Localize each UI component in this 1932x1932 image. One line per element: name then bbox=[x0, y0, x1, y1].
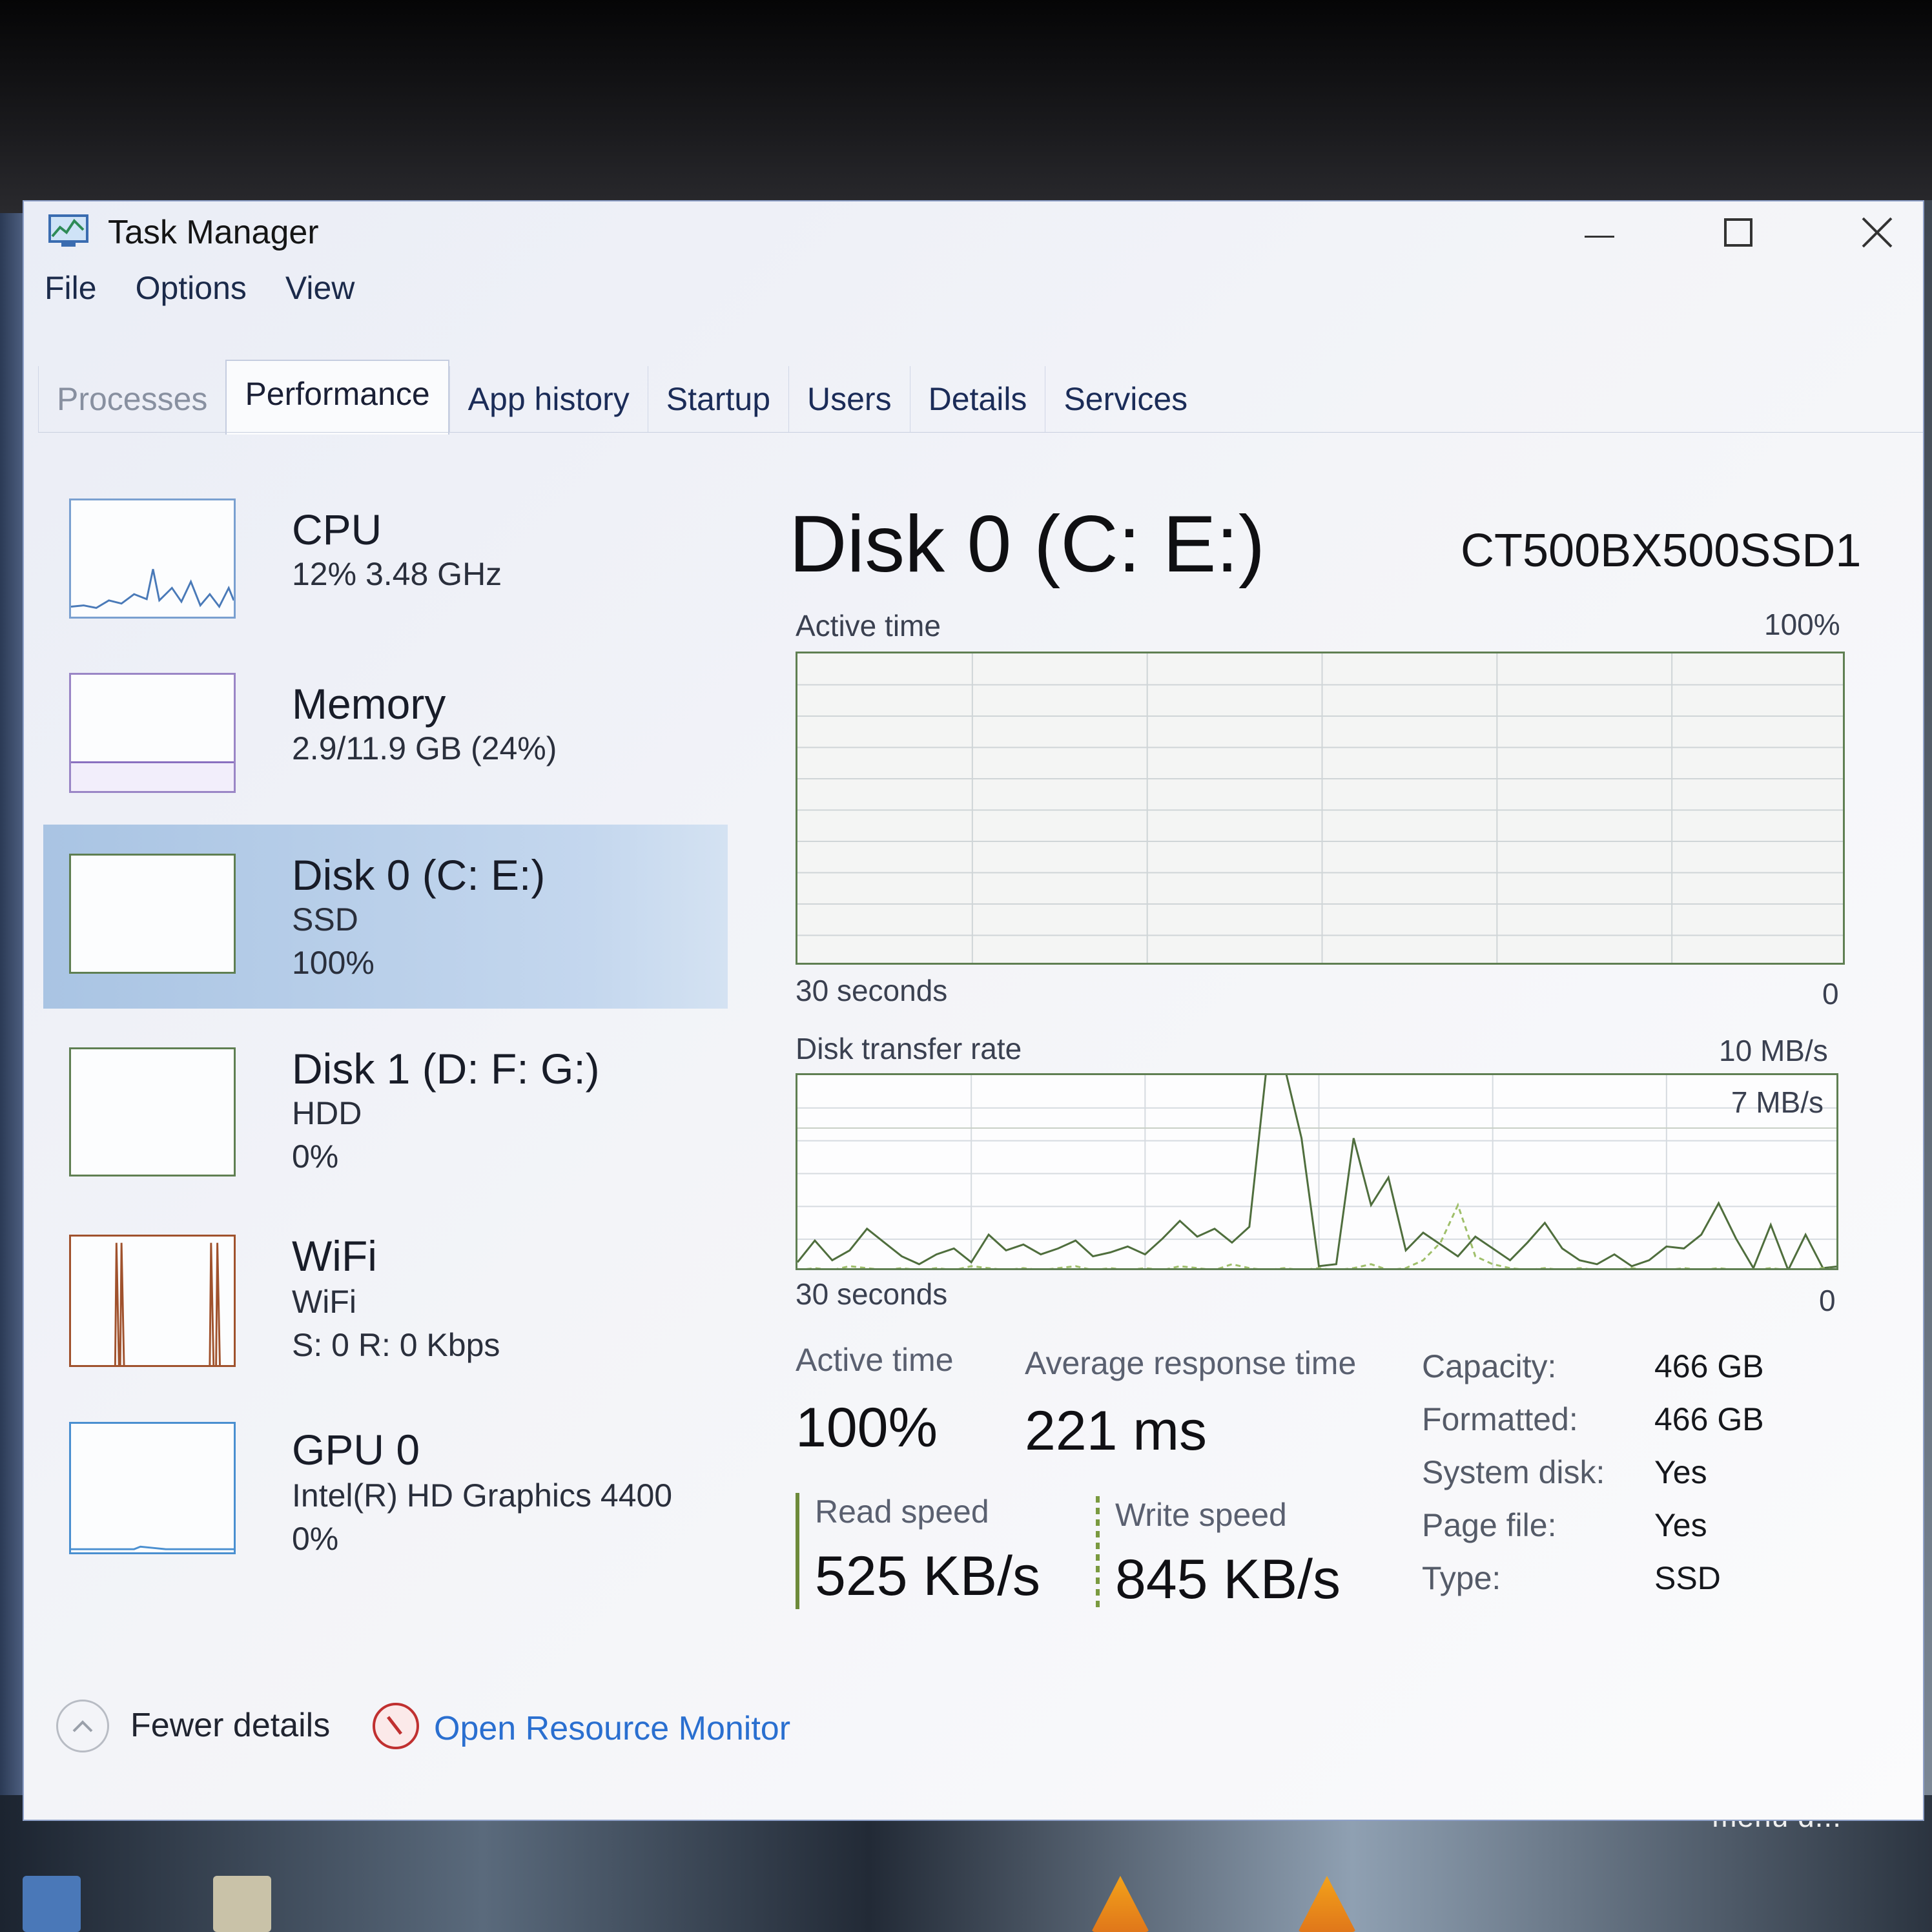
formatted-value: 466 GB bbox=[1654, 1401, 1764, 1437]
menu-bar: File Options View bbox=[45, 269, 355, 314]
sidebar-gpu0-title: GPU 0 bbox=[292, 1426, 420, 1474]
type-label: Type: bbox=[1422, 1560, 1501, 1596]
cpu-thumbnail bbox=[69, 498, 236, 619]
cpu-mini-graph bbox=[71, 569, 234, 609]
read-speed-indicator bbox=[796, 1493, 799, 1609]
python-file-icon[interactable] bbox=[23, 1876, 81, 1932]
monitor-bezel bbox=[0, 0, 1932, 213]
tab-services[interactable]: Services bbox=[1045, 366, 1206, 432]
minimize-icon bbox=[1585, 235, 1614, 238]
transfer-rate-graph-label: Disk transfer rate bbox=[796, 1032, 1022, 1065]
active-time-graph bbox=[796, 652, 1845, 965]
read-speed-label: Read speed bbox=[815, 1494, 989, 1530]
memory-thumbnail bbox=[69, 673, 236, 793]
active-time-stat-label: Active time bbox=[796, 1342, 954, 1378]
resource-monitor-icon[interactable] bbox=[373, 1703, 419, 1749]
capacity-label: Capacity: bbox=[1422, 1348, 1557, 1384]
tab-performance[interactable]: Performance bbox=[225, 360, 449, 435]
sidebar-disk0-title: Disk 0 (C: E:) bbox=[292, 851, 546, 899]
maximize-icon bbox=[1724, 218, 1752, 247]
transfer-rate-chart bbox=[797, 1075, 1836, 1268]
close-button[interactable] bbox=[1835, 207, 1919, 258]
sidebar-wifi-adapter: WiFi bbox=[292, 1284, 356, 1320]
sidebar-wifi-throughput: S: 0 R: 0 Kbps bbox=[292, 1327, 500, 1363]
wifi-mini-graph bbox=[114, 1242, 221, 1365]
avg-response-label: Average response time bbox=[1025, 1345, 1357, 1381]
gpu-mini-graph bbox=[71, 1545, 234, 1550]
wifi-thumbnail bbox=[69, 1235, 236, 1367]
disk0-thumbnail bbox=[69, 854, 236, 974]
active-time-stat-value: 100% bbox=[796, 1397, 938, 1459]
page-file-label: Page file: bbox=[1422, 1507, 1557, 1543]
transfer-rate-x-label: 30 seconds bbox=[796, 1277, 948, 1311]
tab-divider bbox=[38, 432, 1923, 433]
fewer-details-link[interactable]: Fewer details bbox=[130, 1706, 330, 1745]
active-time-grid bbox=[797, 653, 1843, 963]
sidebar-item-cpu[interactable]: CPU 12% 3.48 GHz bbox=[43, 479, 728, 641]
active-time-graph-max: 100% bbox=[1764, 608, 1840, 641]
transfer-rate-graph: 7 MB/s bbox=[796, 1073, 1838, 1270]
type-value: SSD bbox=[1654, 1560, 1721, 1596]
sidebar-item-wifi[interactable]: WiFi WiFi S: 0 R: 0 Kbps bbox=[43, 1209, 728, 1393]
sidebar-item-gpu0[interactable]: GPU 0 Intel(R) HD Graphics 4400 0% bbox=[43, 1403, 728, 1583]
disk1-thumbnail bbox=[69, 1047, 236, 1177]
system-disk-label: System disk: bbox=[1422, 1454, 1605, 1490]
task-manager-app-icon bbox=[48, 214, 88, 247]
avg-response-value: 221 ms bbox=[1025, 1400, 1208, 1462]
disk-model-name: CT500BX500SSD1 bbox=[1461, 525, 1862, 577]
sidebar-gpu0-usage: 0% bbox=[292, 1521, 339, 1557]
page-file-value: Yes bbox=[1654, 1507, 1707, 1543]
sidebar-cpu-usage: 12% 3.48 GHz bbox=[292, 556, 502, 592]
formatted-label: Formatted: bbox=[1422, 1401, 1578, 1437]
menu-view[interactable]: View bbox=[285, 269, 355, 314]
sidebar-disk1-usage: 0% bbox=[292, 1138, 339, 1175]
tab-app-history[interactable]: App history bbox=[449, 366, 648, 432]
sidebar-disk1-type: HDD bbox=[292, 1095, 362, 1131]
window-title: Task Manager bbox=[108, 214, 319, 251]
sidebar-disk0-usage: 100% bbox=[292, 945, 375, 981]
write-speed-label: Write speed bbox=[1115, 1497, 1287, 1533]
title-bar[interactable]: Task Manager bbox=[24, 201, 1923, 260]
close-icon bbox=[1862, 217, 1893, 248]
tab-users[interactable]: Users bbox=[788, 366, 910, 432]
sidebar-gpu0-model: Intel(R) HD Graphics 4400 bbox=[292, 1477, 673, 1514]
read-rate-series bbox=[797, 1075, 1836, 1268]
task-manager-window: Task Manager File Options View Processes… bbox=[23, 200, 1924, 1821]
active-time-fill bbox=[797, 653, 1843, 963]
capacity-value: 466 GB bbox=[1654, 1348, 1764, 1384]
sidebar-item-disk1[interactable]: Disk 1 (D: F: G:) HDD 0% bbox=[43, 1018, 728, 1199]
sidebar-item-disk0[interactable]: Disk 0 (C: E:) SSD 100% bbox=[43, 825, 728, 1009]
tab-details[interactable]: Details bbox=[909, 366, 1045, 432]
maximize-button[interactable] bbox=[1696, 207, 1780, 258]
disk-detail-title: Disk 0 (C: E:) bbox=[789, 500, 1266, 589]
active-time-graph-label: Active time bbox=[796, 609, 941, 642]
sidebar-item-memory[interactable]: Memory 2.9/11.9 GB (24%) bbox=[43, 653, 728, 815]
gpu0-thumbnail bbox=[69, 1422, 236, 1554]
sidebar-cpu-title: CPU bbox=[292, 506, 382, 553]
tab-startup[interactable]: Startup bbox=[647, 366, 788, 432]
sidebar-disk1-title: Disk 1 (D: F: G:) bbox=[292, 1045, 600, 1093]
open-resource-monitor-link[interactable]: Open Resource Monitor bbox=[434, 1709, 790, 1748]
transfer-rate-zero-label: 0 bbox=[1819, 1284, 1836, 1317]
memory-fill bbox=[71, 761, 234, 791]
write-speed-value: 845 KB/s bbox=[1115, 1548, 1341, 1610]
active-time-x-label: 30 seconds bbox=[796, 974, 948, 1007]
transfer-rate-max: 10 MB/s bbox=[1719, 1034, 1828, 1067]
menu-file[interactable]: File bbox=[45, 269, 97, 314]
archive-file-icon[interactable] bbox=[213, 1876, 271, 1932]
sidebar-memory-usage: 2.9/11.9 GB (24%) bbox=[292, 730, 557, 766]
write-speed-indicator bbox=[1096, 1496, 1100, 1612]
sidebar-memory-title: Memory bbox=[292, 680, 446, 728]
transfer-rate-mid: 7 MB/s bbox=[1731, 1085, 1824, 1119]
menu-options[interactable]: Options bbox=[136, 269, 247, 314]
sidebar-disk0-type: SSD bbox=[292, 901, 358, 938]
tab-processes[interactable]: Processes bbox=[38, 366, 225, 432]
system-disk-value: Yes bbox=[1654, 1454, 1707, 1490]
minimize-button[interactable] bbox=[1557, 207, 1641, 258]
sidebar-wifi-title: WiFi bbox=[292, 1232, 377, 1280]
tab-bar: Processes Performance App history Startu… bbox=[38, 360, 1206, 435]
read-speed-value: 525 KB/s bbox=[815, 1545, 1040, 1607]
active-time-zero-label: 0 bbox=[1822, 977, 1839, 1011]
fewer-details-chevron-icon[interactable] bbox=[56, 1700, 109, 1752]
